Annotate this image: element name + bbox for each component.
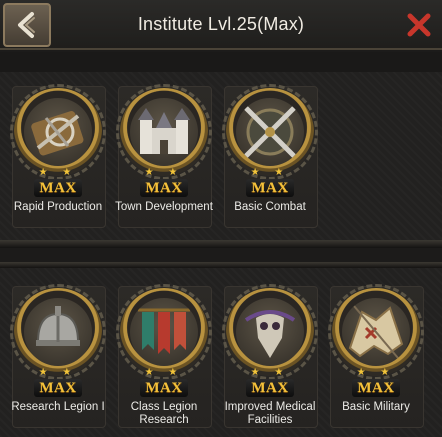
crossed-swords-shield-icon: [236, 98, 304, 166]
star-rating: ★ ★: [38, 367, 78, 378]
max-badge: MAX: [246, 379, 294, 397]
star-rating: ★ ★: [144, 367, 184, 378]
max-badge: MAX: [34, 179, 82, 197]
research-card-basic-military[interactable]: ★ ★ MAX Basic Military: [328, 280, 424, 432]
research-card-town-development[interactable]: ★ ★ MAX Town Development: [115, 80, 213, 232]
section-divider: [0, 240, 442, 248]
card-label: Basic Combat: [234, 201, 306, 213]
card-label: Class Legion Research: [130, 401, 198, 426]
back-arrow-icon: [18, 12, 35, 38]
close-x-icon: [407, 13, 431, 37]
max-badge: MAX: [140, 179, 188, 197]
castle-icon: [130, 98, 198, 166]
star-rating: ★ ★: [356, 367, 396, 378]
war-map-icon: [342, 298, 410, 366]
helmet-icon: [24, 298, 92, 366]
star-rating: ★ ★: [250, 167, 290, 178]
header-bar: Institute Lvl.25(Max): [0, 0, 442, 50]
max-badge: MAX: [352, 379, 400, 397]
card-label: Rapid Production: [13, 201, 103, 213]
research-card-improved-medical-facilities[interactable]: ★ ★ MAX Improved Medical Facilities: [222, 280, 318, 432]
card-label: Research Legion I: [11, 401, 105, 413]
star-rating: ★ ★: [250, 367, 290, 378]
card-label: Improved Medical Facilities: [224, 401, 316, 426]
banners-icon: [130, 298, 198, 366]
max-badge: MAX: [34, 379, 82, 397]
plague-mask-icon: [236, 298, 304, 366]
research-card-rapid-production[interactable]: ★ ★ MAX Rapid Production: [10, 80, 106, 232]
research-section-1: ★ ★ MAX Rapid Production ★ ★ MAX Town De…: [0, 72, 442, 240]
page-title: Institute Lvl.25(Max): [137, 13, 305, 34]
research-card-class-legion-research[interactable]: ★ ★ MAX Class Legion Research: [116, 280, 212, 432]
star-rating: ★ ★: [38, 167, 78, 178]
card-label: Basic Military: [342, 401, 410, 413]
card-label: Town Development: [115, 201, 213, 213]
research-card-research-legion[interactable]: ★ ★ MAX Research Legion I: [10, 280, 106, 432]
research-section-2: ★ ★ MAX Research Legion I ★ ★ MAX Class …: [0, 268, 442, 437]
scroll-compass-icon: [24, 98, 92, 166]
header-gap: [0, 52, 442, 72]
max-badge: MAX: [140, 379, 188, 397]
star-rating: ★ ★: [144, 167, 184, 178]
max-badge: MAX: [246, 179, 294, 197]
close-button[interactable]: [406, 12, 432, 38]
research-card-basic-combat[interactable]: ★ ★ MAX Basic Combat: [222, 80, 318, 232]
back-button[interactable]: [3, 3, 51, 47]
